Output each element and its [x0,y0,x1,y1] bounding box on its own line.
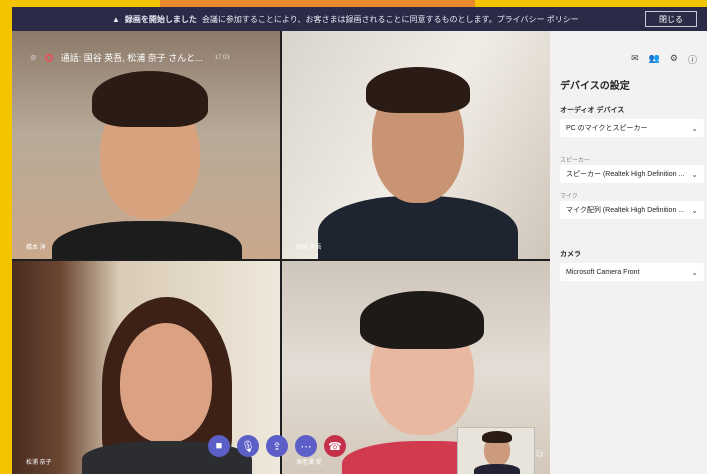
camera-icon: ■ [215,440,223,452]
chevron-down-icon: ⌄ [691,169,698,179]
camera-button[interactable]: ■ [208,435,230,457]
recording-notice: ▲ 録画を開始しました 会議に参加することにより、お客さまは録画されることに同意… [12,7,707,31]
speaker-label: スピーカー [560,158,591,164]
hang-up-button[interactable]: ☎ [324,435,346,457]
chat-icon[interactable]: ✉ [631,53,639,66]
participant-name: 松浦 奈子 [26,460,52,466]
participant-tile[interactable]: ⊛ 通話: 国谷 英吾, 松浦 奈子 さんと... 17:03 橋本 淳 [12,31,280,259]
speaker-select[interactable]: スピーカー (Realtek High Definition ... ⌄ [560,165,704,183]
chevron-down-icon: ⌄ [691,267,698,277]
more-options-button[interactable]: ⋯ [295,435,317,457]
people-icon[interactable]: 👥 [649,53,660,66]
camera-switch-icon[interactable]: ⧉ [536,449,543,460]
call-status: ⊛ 通話: 国谷 英吾, 松浦 奈子 さんと... 17:03 [30,51,230,64]
call-time: 17:03 [214,54,230,61]
camera-select[interactable]: Microsoft Camera Front ⌄ [560,263,704,281]
chevron-down-icon: ⌄ [691,205,698,215]
device-settings-panel: ✉ 👥 ⚙ ⓘ デバイスの設定 オーディオ デバイス PC のマイクとスピーカー… [550,31,707,474]
info-icon[interactable]: ⓘ [688,53,697,66]
microphone-icon: 🎙 [241,440,255,453]
microphone-button[interactable]: 🎙 [237,435,259,457]
mic-select[interactable]: マイク配列 (Realtek High Definition ... ⌄ [560,201,704,219]
call-title: 通話: 国谷 英吾, 松浦 奈子 さんと... [60,53,203,63]
video-grid: ⊛ 通話: 国谷 英吾, 松浦 奈子 さんと... 17:03 橋本 淳 国谷 … [12,31,550,474]
more-icon: ⋯ [300,440,312,453]
frame-accent-bar [160,0,475,7]
panel-title: デバイスの設定 [560,81,630,92]
participants-icon: ⊛ [30,53,37,62]
share-icon: ⇪ [272,440,282,453]
notice-text[interactable]: 会議に参加することにより、お客さまは録画されることに同意するものとします。プライ… [202,14,579,25]
participant-tile[interactable]: 国谷 英吾 [282,31,550,259]
close-notice-button[interactable]: 閉じる [645,11,697,27]
call-controls: ■ 🎙 ⇪ ⋯ ☎ [208,435,346,457]
teams-call-window: ▲ 録画を開始しました 会議に参加することにより、お客さまは録画されることに同意… [12,7,707,474]
audio-section-label: オーディオ デバイス [560,107,625,114]
share-button[interactable]: ⇪ [266,435,288,457]
notice-bold-text: 録画を開始しました [124,14,197,24]
mic-label: マイク [560,194,578,200]
participant-name: 海老澤 愛 [296,460,322,466]
participant-name: 国谷 英吾 [296,245,322,251]
participant-name: 橋本 淳 [26,245,46,251]
audio-device-select[interactable]: PC のマイクとスピーカー ⌄ [560,119,704,137]
warning-icon: ▲ [112,14,120,24]
chevron-down-icon: ⌄ [691,123,698,133]
phone-hangup-icon: ☎ [328,440,342,453]
camera-section-label: カメラ [560,251,581,258]
panel-toolbar: ✉ 👥 ⚙ ⓘ [631,53,697,66]
self-preview[interactable] [457,427,535,474]
gear-icon[interactable]: ⚙ [670,53,678,66]
recording-icon [44,53,53,62]
